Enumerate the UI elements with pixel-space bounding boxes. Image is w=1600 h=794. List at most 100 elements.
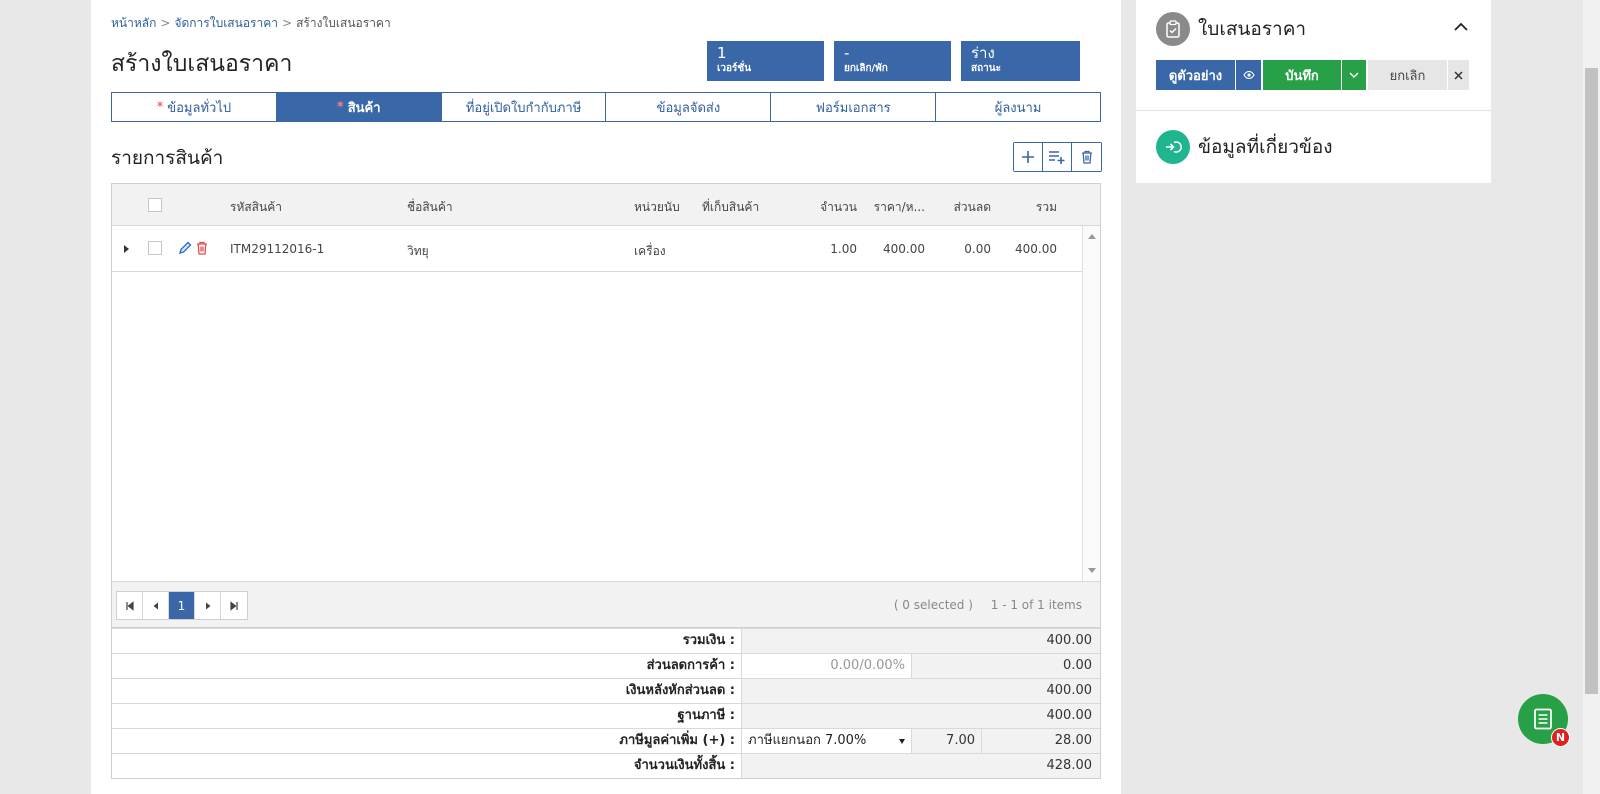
cancel-button[interactable]: ยกเลิก [1368, 60, 1447, 90]
related-info-header[interactable]: ข้อมูลที่เกี่ยวข้อง [1156, 130, 1333, 164]
tab-bar: * ข้อมูลทั่วไป * สินค้า ที่อยู่เปิดใบกำกับ… [111, 92, 1101, 122]
eye-icon [1242, 71, 1255, 79]
tax-base-row: ฐานภาษี : 400.00 [112, 703, 1100, 728]
col-header-unit-price[interactable]: ราคา/ห... [867, 198, 925, 217]
close-button[interactable] [1448, 60, 1469, 90]
col-header-quantity[interactable]: จำนวน [802, 198, 857, 217]
prev-page-button[interactable] [143, 592, 169, 619]
select-all-checkbox[interactable] [148, 198, 162, 212]
cell-quantity: 1.00 [830, 242, 857, 256]
stat-status-value: ร่าง [971, 44, 995, 62]
trade-discount-input[interactable]: 0.00/0.00% [742, 654, 912, 678]
breadcrumb-separator: > [282, 16, 293, 30]
chevron-up-icon[interactable] [1454, 22, 1468, 32]
next-page-button[interactable] [195, 592, 221, 619]
preview-button[interactable]: ดูตัวอย่าง [1156, 60, 1235, 90]
vat-row: ภาษีมูลค่าเพิ่ม (+) : ภาษีแยกนอก 7.00% 7… [112, 728, 1100, 753]
stat-status-label: สถานะ [971, 63, 1001, 74]
prev-page-icon [153, 602, 158, 609]
first-page-icon [125, 600, 134, 611]
side-panel-title: ใบเสนอราคา [1198, 18, 1307, 40]
tax-base-value: 400.00 [742, 704, 1100, 728]
table-row[interactable]: ITM29112016-1 วิทยุ เครื่อง 1.00 400.00 … [112, 226, 1082, 272]
stat-cancel-hold-value: - [844, 44, 850, 62]
add-multiple-items-button[interactable] [1043, 143, 1072, 171]
tax-base-label: ฐานภาษี : [112, 704, 742, 728]
last-page-button[interactable] [221, 592, 247, 619]
page-scrollbar-thumb[interactable] [1585, 68, 1598, 694]
grand-total-value: 428.00 [742, 754, 1100, 778]
pager-bar: 1 ( 0 selected ) 1 - 1 of 1 items [112, 581, 1100, 627]
row-checkbox[interactable] [148, 241, 162, 255]
breadcrumb-separator: > [160, 16, 171, 30]
col-header-name[interactable]: ชื่อสินค้า [407, 198, 453, 217]
breadcrumb-quotations-link[interactable]: จัดการใบเสนอราคา [174, 16, 278, 30]
trade-discount-row: ส่วนลดการค้า : 0.00/0.00% 0.00 [112, 653, 1100, 678]
last-page-icon [230, 600, 238, 611]
chevron-down-icon [1349, 72, 1359, 78]
col-header-code[interactable]: รหัสสินค้า [230, 198, 282, 217]
save-button[interactable]: บันทึก [1263, 60, 1341, 90]
section-title: รายการสินค้า [111, 147, 224, 169]
tab-general-label: ข้อมูลทั่วไป [167, 100, 232, 116]
stat-status: ร่าง สถานะ [961, 41, 1080, 81]
subtotal-value: 400.00 [742, 629, 1100, 653]
grid-toolbar [1013, 142, 1102, 172]
edit-icon[interactable] [178, 241, 192, 255]
side-panel: ใบเสนอราคา ดูตัวอย่าง บันทึก ยกเลิก ข้อม… [1136, 0, 1491, 183]
tab-products[interactable]: * สินค้า [276, 93, 442, 121]
notes-fab-button[interactable]: N [1518, 694, 1570, 747]
scroll-down-arrow-icon[interactable] [1088, 568, 1096, 573]
product-grid: รหัสสินค้า ชื่อสินค้า หน่วยนับ ที่เก็บสิ… [111, 183, 1101, 628]
related-link-icon [1156, 130, 1190, 164]
breadcrumb-current: สร้างใบเสนอราคา [296, 16, 391, 30]
col-header-total[interactable]: รวม [1007, 198, 1057, 217]
side-panel-header: ใบเสนอราคา [1156, 12, 1306, 46]
subtotal-label: รวมเงิน : [112, 629, 742, 653]
breadcrumb-home-link[interactable]: หน้าหลัก [111, 16, 156, 30]
notification-badge: N [1551, 728, 1570, 747]
dropdown-caret-icon [899, 739, 905, 744]
stat-version-label: เวอร์ชั่น [717, 63, 752, 74]
vat-type-select[interactable]: ภาษีแยกนอก 7.00% [742, 729, 912, 753]
page-scrollbar[interactable] [1583, 0, 1600, 794]
after-discount-row: เงินหลังหักส่วนลด : 400.00 [112, 678, 1100, 703]
cell-unit: เครื่อง [634, 244, 666, 258]
col-header-warehouse[interactable]: ที่เก็บสินค้า [702, 198, 759, 217]
save-dropdown-button[interactable] [1342, 60, 1366, 90]
expand-row-icon[interactable] [124, 245, 129, 253]
plus-icon [1022, 151, 1034, 163]
tab-document-form[interactable]: ฟอร์มเอกสาร [771, 93, 937, 121]
delete-items-button[interactable] [1072, 143, 1101, 171]
tab-products-label: สินค้า [347, 100, 381, 116]
tab-shipping[interactable]: ข้อมูลจัดส่ง [606, 93, 772, 121]
tab-signers-label: ผู้ลงนาม [994, 100, 1042, 116]
tab-billing-address-label: ที่อยู่เปิดใบกำกับภาษี [465, 100, 582, 116]
scroll-up-arrow-icon[interactable] [1088, 234, 1096, 239]
vat-rate: 7.00 [912, 729, 982, 753]
action-buttons: ดูตัวอย่าง บันทึก ยกเลิก [1156, 60, 1469, 90]
tab-general[interactable]: * ข้อมูลทั่วไป [112, 93, 277, 121]
grand-total-label: จำนวนเงินทั้งสิ้น : [112, 754, 742, 778]
tab-signers[interactable]: ผู้ลงนาม [936, 93, 1100, 121]
clipboard-icon [1156, 12, 1190, 46]
grand-total-row: จำนวนเงินทั้งสิ้น : 428.00 [112, 753, 1100, 778]
breadcrumb: หน้าหลัก > จัดการใบเสนอราคา > สร้างใบเสนอราค… [111, 14, 391, 33]
grid-scrollbar[interactable] [1082, 226, 1100, 581]
grid-header: รหัสสินค้า ชื่อสินค้า หน่วยนับ ที่เก็บสิ… [112, 184, 1100, 226]
pager-info: ( 0 selected ) 1 - 1 of 1 items [880, 598, 1082, 612]
required-marker: * [156, 99, 164, 115]
delete-row-icon[interactable] [196, 241, 208, 255]
tab-billing-address[interactable]: ที่อยู่เปิดใบกำกับภาษี [442, 93, 607, 121]
add-item-button[interactable] [1014, 143, 1043, 171]
first-page-button[interactable] [117, 592, 143, 619]
totals-table: รวมเงิน : 400.00 ส่วนลดการค้า : 0.00/0.0… [111, 628, 1101, 779]
preview-eye-button[interactable] [1236, 60, 1261, 90]
items-count: 1 - 1 of 1 items [990, 598, 1082, 612]
page-number-button[interactable]: 1 [169, 592, 195, 619]
col-header-unit[interactable]: หน่วยนับ [634, 198, 680, 217]
trash-icon [1081, 150, 1092, 164]
vat-type-value: ภาษีแยกนอก 7.00% [748, 733, 867, 748]
cell-discount: 0.00 [964, 242, 991, 256]
col-header-discount[interactable]: ส่วนลด [937, 198, 991, 217]
